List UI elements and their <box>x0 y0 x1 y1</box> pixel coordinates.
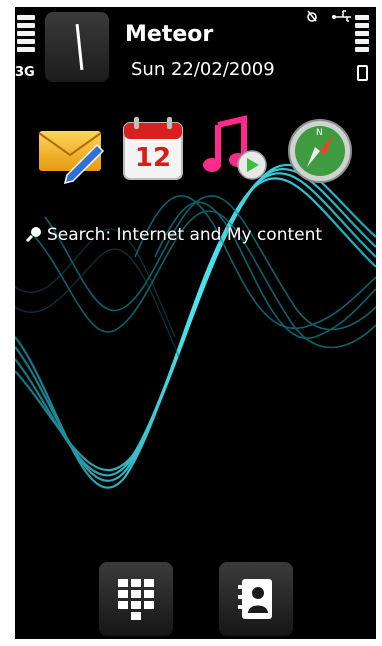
battery-icon <box>357 65 368 81</box>
contacts-icon <box>238 579 272 619</box>
compass-icon[interactable]: N <box>285 115 355 185</box>
alarm-icon <box>307 10 317 22</box>
dialer-button[interactable] <box>99 562 173 636</box>
clock-hand <box>75 23 84 71</box>
home-screen: 3G Meteor Sun 22/02/2009 12 N Search: In… <box>15 7 376 639</box>
svg-text:N: N <box>316 128 323 138</box>
network-type: 3G <box>15 65 35 80</box>
music-icon[interactable] <box>200 115 270 185</box>
keypad-icon <box>118 579 154 620</box>
operator-name: Meteor <box>125 22 214 47</box>
search-bar[interactable]: Search: Internet and My content <box>25 225 322 245</box>
search-label: Search: Internet and My content <box>47 225 323 245</box>
contacts-button[interactable] <box>219 562 293 636</box>
calendar-day: 12 <box>134 143 172 173</box>
signal-bars-icon <box>17 15 35 55</box>
search-icon <box>25 227 41 243</box>
calendar-icon[interactable]: 12 <box>118 115 188 185</box>
usb-icon <box>331 10 351 22</box>
wallpaper-waves <box>15 163 376 489</box>
status-icons <box>305 9 353 26</box>
mail-icon[interactable] <box>37 115 107 185</box>
date-label: Sun 22/02/2009 <box>131 59 275 80</box>
battery-bars-icon <box>355 15 369 55</box>
analog-clock[interactable] <box>45 12 109 82</box>
